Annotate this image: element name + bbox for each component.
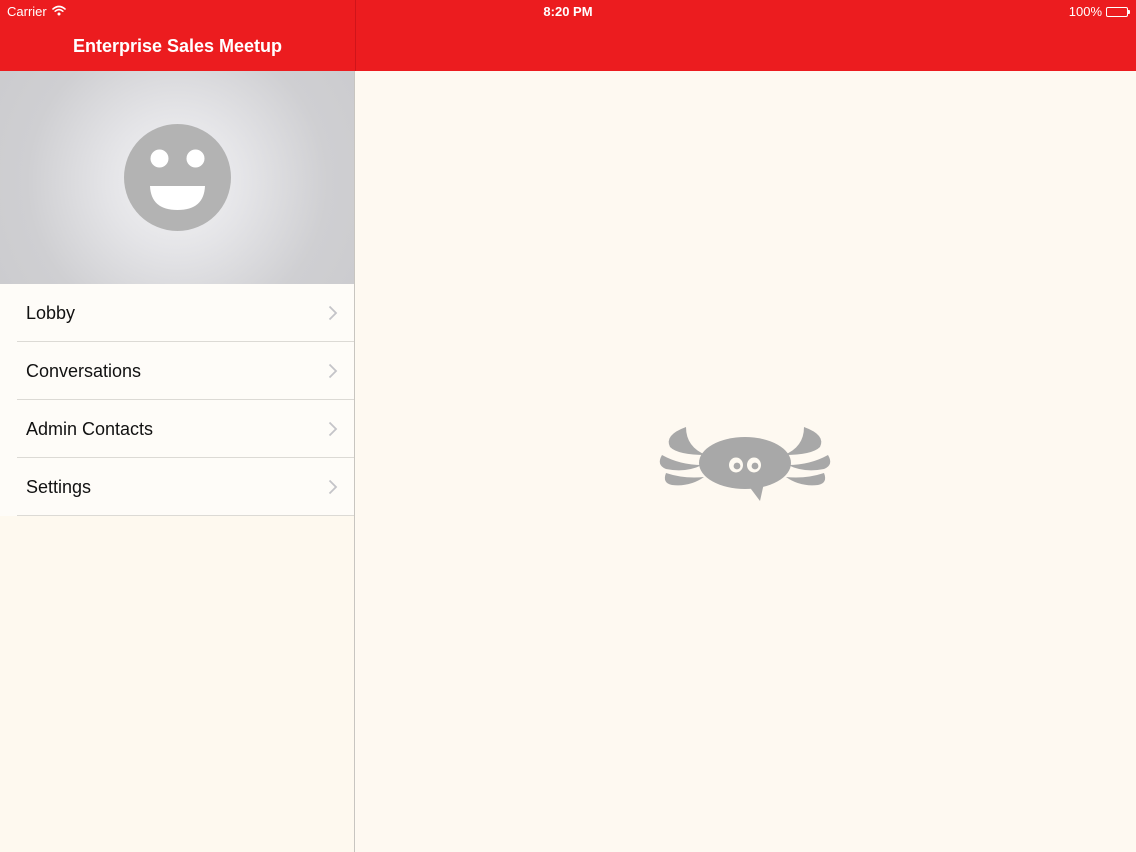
detail-pane [356, 71, 1136, 852]
chevron-right-icon [328, 363, 338, 379]
menu-list: Lobby Conversations Admin Contacts Setti… [0, 284, 354, 516]
chevron-right-icon [328, 479, 338, 495]
menu-item-lobby[interactable]: Lobby [0, 284, 354, 342]
smiley-avatar-icon[interactable] [124, 124, 231, 231]
crab-chat-logo-icon [656, 425, 834, 503]
menu-item-label: Admin Contacts [26, 419, 154, 439]
master-pane: Lobby Conversations Admin Contacts Setti… [0, 71, 355, 852]
profile-header[interactable] [0, 71, 354, 284]
top-bar: Carrier 8:20 PM 100% Enterprise Sales Me… [0, 0, 1136, 71]
chevron-right-icon [328, 421, 338, 437]
nav-title: Enterprise Sales Meetup [72, 36, 283, 56]
battery-percent: 100% [1068, 4, 1102, 19]
status-time: 8:20 PM [543, 4, 593, 19]
menu-item-label: Lobby [26, 303, 76, 323]
battery-icon [1106, 6, 1130, 17]
menu-item-admin-contacts[interactable]: Admin Contacts [0, 400, 354, 458]
chevron-right-icon [328, 305, 338, 321]
status-battery: 100% [1068, 4, 1130, 19]
app-screen: Carrier 8:20 PM 100% Enterprise Sales Me… [0, 0, 1136, 852]
split-divider [355, 0, 356, 71]
menu-item-settings[interactable]: Settings [0, 458, 354, 516]
menu-item-label: Settings [26, 477, 92, 497]
menu-item-label: Conversations [26, 361, 142, 381]
menu-item-conversations[interactable]: Conversations [0, 342, 354, 400]
